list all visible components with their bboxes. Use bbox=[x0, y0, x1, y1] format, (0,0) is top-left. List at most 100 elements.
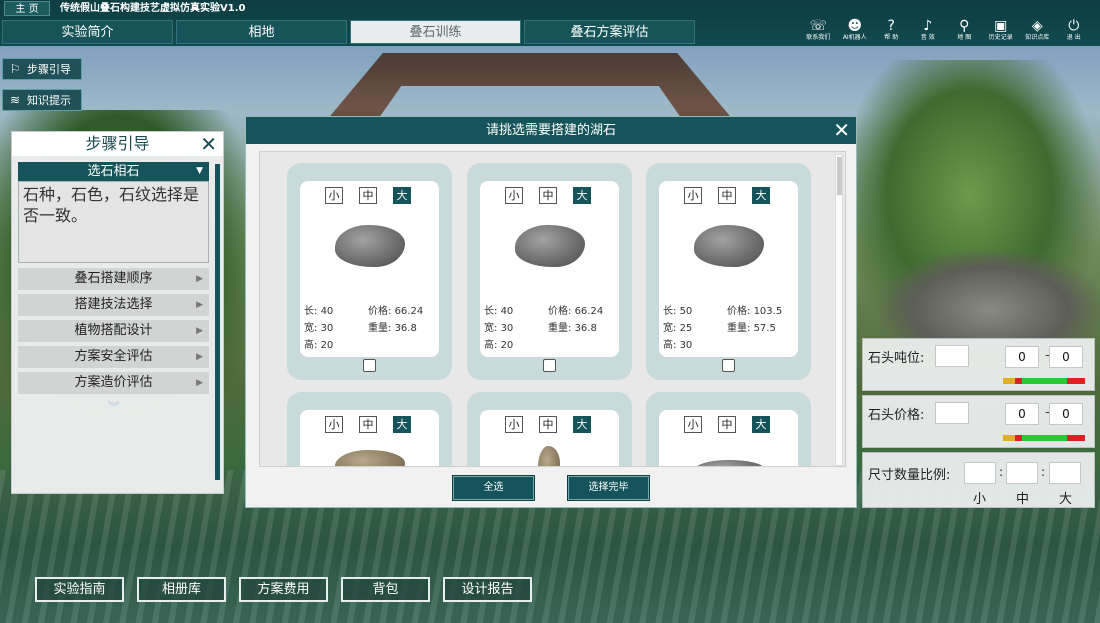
size-selector: 小 中 大 bbox=[325, 416, 411, 433]
size-large-button[interactable]: 大 bbox=[393, 187, 411, 204]
experiment-guide-button[interactable]: 实验指南 bbox=[35, 577, 124, 602]
size-medium-button[interactable]: 中 bbox=[359, 187, 377, 204]
current-step-dropdown[interactable]: 选石相石 ▼ bbox=[18, 162, 209, 181]
step-guide-button[interactable]: ⚐ 步骤引导 bbox=[2, 58, 82, 80]
top-bar: 主 页 传统假山叠石构建技艺虚拟仿真实验V1.0 实验简介 相地 叠石训练 叠石… bbox=[0, 0, 1100, 46]
tonnage-min: 0 bbox=[1005, 346, 1039, 368]
rock-image bbox=[694, 225, 764, 267]
help-icon: ? bbox=[887, 18, 895, 34]
step-panel-scrollbar[interactable] bbox=[215, 164, 220, 480]
arrow-right-icon: ▶ bbox=[196, 326, 203, 336]
size-small-button[interactable]: 小 bbox=[325, 187, 343, 204]
layers-icon: ≋ bbox=[9, 93, 21, 107]
step-list: 叠石搭建顺序 ▶ 搭建技法选择 ▶ 植物搭配设计 ▶ 方案安全评估 ▶ 方案造价评估 ▶ … bbox=[18, 268, 209, 415]
size-medium-button[interactable]: 中 bbox=[539, 187, 557, 204]
rock-checkbox[interactable] bbox=[363, 359, 376, 372]
rock-checkbox[interactable] bbox=[722, 359, 735, 372]
ratio-large-label: 大 bbox=[1059, 492, 1073, 507]
ai-robot-button[interactable]: ☻ AI机器人 bbox=[837, 18, 874, 46]
size-large-button[interactable]: 大 bbox=[752, 416, 770, 433]
size-large-button[interactable]: 大 bbox=[393, 416, 411, 433]
tab-plan-evaluation[interactable]: 叠石方案评估 bbox=[524, 20, 695, 44]
rock-image bbox=[538, 446, 560, 466]
album-button[interactable]: 相册库 bbox=[137, 577, 226, 602]
size-medium-button[interactable]: 中 bbox=[718, 187, 736, 204]
ratio-large-input[interactable] bbox=[1049, 462, 1081, 484]
rock-specs: 长: 40 价格: 66.24 宽: 30 重量: 36.8 高: 20 bbox=[304, 306, 424, 351]
knowledge-base-button[interactable]: ◈ 知识点库 bbox=[1019, 18, 1056, 46]
step-item-plant-design[interactable]: 植物搭配设计 ▶ bbox=[18, 320, 209, 342]
scene-rockery bbox=[880, 250, 1100, 350]
select-all-button[interactable]: 全选 bbox=[453, 476, 534, 500]
rock-specs: 长: 40 价格: 66.24 宽: 30 重量: 36.8 高: 20 bbox=[484, 306, 604, 351]
knowledge-icon: ◈ bbox=[1031, 18, 1043, 34]
arrow-right-icon: ▶ bbox=[196, 274, 203, 284]
step-panel-header: 步骤引导 ✕ bbox=[12, 132, 223, 156]
price-input[interactable] bbox=[935, 402, 969, 424]
rock-card[interactable]: 小 中 大 长: 40 价格: 66.24 宽: 30 重量: 36.8 高: 20 bbox=[287, 163, 452, 380]
tab-site-survey[interactable]: 相地 bbox=[176, 20, 347, 44]
map-button[interactable]: ⚲ 地 图 bbox=[946, 18, 983, 46]
signpost-icon: ⚐ bbox=[9, 62, 21, 76]
tab-rock-training[interactable]: 叠石训练 bbox=[350, 20, 521, 44]
map-icon: ⚲ bbox=[959, 18, 970, 34]
exit-button[interactable]: ⏻ 退 出 bbox=[1056, 18, 1093, 46]
arrow-right-icon: ▶ bbox=[196, 378, 203, 388]
music-icon: ♪ bbox=[923, 18, 933, 34]
step-item-safety-eval[interactable]: 方案安全评估 ▶ bbox=[18, 346, 209, 368]
size-small-button[interactable]: 小 bbox=[505, 416, 523, 433]
robot-icon: ☻ bbox=[847, 18, 863, 34]
ratio-small-input[interactable] bbox=[964, 462, 996, 484]
rock-image bbox=[335, 225, 405, 267]
size-medium-button[interactable]: 中 bbox=[539, 416, 557, 433]
rock-card[interactable]: 小 中 大 长: 50 价格: 103.5 宽: 25 重量: 57.5 高: 30 bbox=[646, 163, 811, 380]
step-description: 石种，石色，石纹选择是否一致。 bbox=[18, 181, 209, 263]
size-small-button[interactable]: 小 bbox=[684, 187, 702, 204]
size-medium-button[interactable]: 中 bbox=[359, 416, 377, 433]
rock-card[interactable]: 小 中 大 bbox=[287, 392, 452, 466]
price-min: 0 bbox=[1005, 403, 1039, 425]
rock-card[interactable]: 小 中 大 bbox=[467, 392, 632, 466]
toolbar: ☏ 联系我们 ☻ AI机器人 ? 帮 助 ♪ 音 效 ⚲ 地 图 ▣ 历史记录 ◈ 知识点库 … bbox=[800, 18, 1092, 46]
chevron-down-icon[interactable]: ︾ bbox=[18, 398, 209, 415]
close-icon[interactable]: ✕ bbox=[833, 117, 850, 144]
rock-card-grid: 小 中 大 长: 40 价格: 66.24 宽: 30 重量: 36.8 高: 20… bbox=[259, 151, 846, 467]
design-report-button[interactable]: 设计报告 bbox=[443, 577, 532, 602]
selection-done-button[interactable]: 选择完毕 bbox=[568, 476, 649, 500]
ratio-small-label: 小 bbox=[973, 492, 987, 507]
knowledge-tip-button[interactable]: ≋ 知识提示 bbox=[2, 89, 82, 111]
step-item-build-order[interactable]: 叠石搭建顺序 ▶ bbox=[18, 268, 209, 290]
size-small-button[interactable]: 小 bbox=[684, 416, 702, 433]
size-small-button[interactable]: 小 bbox=[325, 416, 343, 433]
history-icon: ▣ bbox=[994, 18, 1008, 34]
tab-experiment-intro[interactable]: 实验简介 bbox=[2, 20, 173, 44]
price-label: 石头价格: bbox=[868, 408, 925, 423]
help-button[interactable]: ? 帮 助 bbox=[873, 18, 910, 46]
sound-button[interactable]: ♪ 音 效 bbox=[910, 18, 947, 46]
power-icon: ⏻ bbox=[1068, 18, 1080, 34]
step-item-technique[interactable]: 搭建技法选择 ▶ bbox=[18, 294, 209, 316]
arrow-right-icon: ▶ bbox=[196, 300, 203, 310]
size-large-button[interactable]: 大 bbox=[573, 187, 591, 204]
dialog-scrollbar[interactable] bbox=[835, 154, 843, 466]
plan-cost-button[interactable]: 方案费用 bbox=[239, 577, 328, 602]
rock-checkbox[interactable] bbox=[543, 359, 556, 372]
rock-card[interactable]: 小 中 大 bbox=[646, 392, 811, 466]
size-medium-button[interactable]: 中 bbox=[718, 416, 736, 433]
step-item-cost-eval[interactable]: 方案造价评估 ▶ bbox=[18, 372, 209, 394]
dialog-header: 请挑选需要搭建的湖石 ✕ bbox=[246, 117, 856, 144]
home-button[interactable]: 主 页 bbox=[4, 1, 50, 16]
ratio-medium-input[interactable] bbox=[1006, 462, 1038, 484]
size-large-button[interactable]: 大 bbox=[573, 416, 591, 433]
rock-card[interactable]: 小 中 大 长: 40 价格: 66.24 宽: 30 重量: 36.8 高: 20 bbox=[467, 163, 632, 380]
size-large-button[interactable]: 大 bbox=[752, 187, 770, 204]
contact-button[interactable]: ☏ 联系我们 bbox=[800, 18, 837, 46]
scrollbar-thumb[interactable] bbox=[837, 157, 842, 195]
tonnage-input[interactable] bbox=[935, 345, 969, 367]
arrow-right-icon: ▶ bbox=[196, 352, 203, 362]
history-button[interactable]: ▣ 历史记录 bbox=[983, 18, 1020, 46]
rock-image bbox=[335, 450, 405, 466]
backpack-button[interactable]: 背包 bbox=[341, 577, 430, 602]
size-small-button[interactable]: 小 bbox=[505, 187, 523, 204]
close-icon[interactable]: ✕ bbox=[200, 132, 217, 156]
